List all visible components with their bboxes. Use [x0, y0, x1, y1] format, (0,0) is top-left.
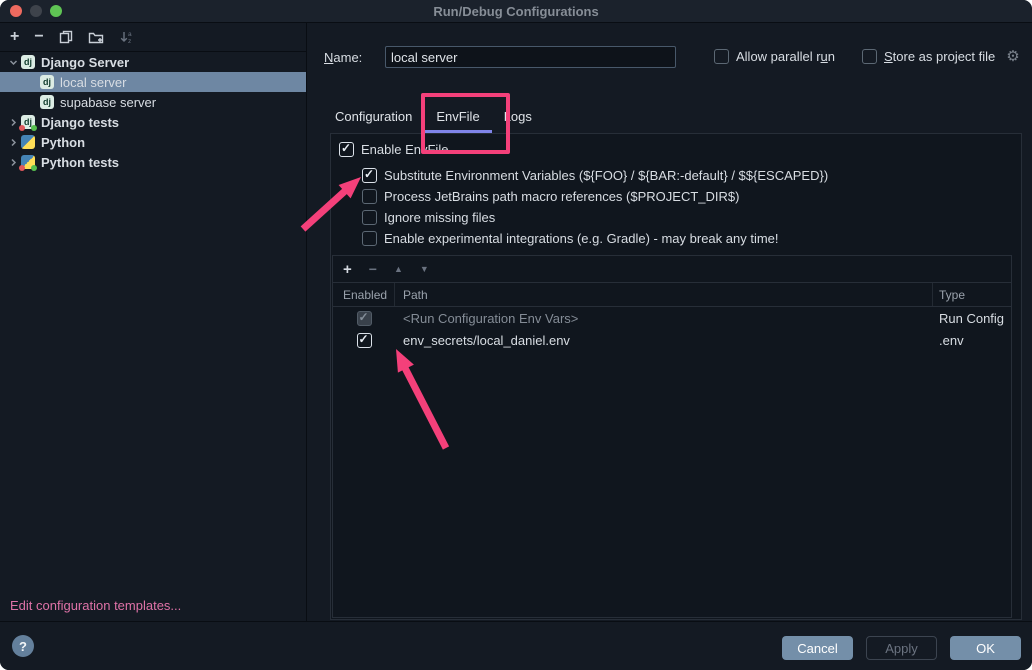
name-input[interactable] — [385, 46, 676, 68]
allow-parallel-run-checkbox[interactable] — [714, 49, 729, 64]
tree-item-django-server[interactable]: dj Django Server — [0, 52, 306, 72]
process-path-macro-option: Process JetBrains path macro references … — [362, 189, 739, 204]
envfile-tab-content: Enable EnvFile Substitute Environment Va… — [330, 133, 1022, 620]
add-configuration-icon[interactable]: + — [10, 29, 19, 45]
tree-item-label: Django Server — [41, 55, 129, 70]
env-files-table: + − ▲ ▼ Enabled Path Type <Run Configura… — [332, 255, 1012, 618]
help-button[interactable]: ? — [12, 635, 34, 657]
column-header-enabled[interactable]: Enabled — [333, 283, 395, 306]
remove-env-file-icon[interactable]: − — [369, 262, 377, 276]
tree-item-local-server[interactable]: dj local server — [0, 72, 306, 92]
enable-envfile-label[interactable]: Enable EnvFile — [361, 142, 448, 157]
ok-button[interactable]: OK — [950, 636, 1021, 660]
column-header-type[interactable]: Type — [933, 283, 1011, 306]
row-type: .env — [933, 333, 1011, 348]
configurations-tree-panel: + − az dj Django Server dj local — [0, 23, 307, 622]
store-as-project-file-label[interactable]: Store as project file — [884, 49, 995, 64]
row-enabled-checkbox[interactable] — [357, 333, 372, 348]
svg-text:a: a — [128, 31, 132, 38]
chevron-right-icon[interactable] — [5, 118, 21, 127]
tree-item-label: Django tests — [41, 115, 119, 130]
new-folder-icon[interactable] — [88, 30, 104, 44]
django-icon: dj — [21, 55, 35, 69]
title-bar: Run/Debug Configurations — [0, 0, 1032, 23]
tab-configuration[interactable]: Configuration — [323, 103, 424, 133]
footer-buttons: Cancel Apply OK — [782, 636, 1021, 660]
store-as-project-file-checkbox[interactable] — [862, 49, 877, 64]
table-row[interactable]: env_secrets/local_daniel.env .env — [333, 329, 1011, 351]
row-type: Run Config — [933, 311, 1011, 326]
python-icon — [21, 135, 35, 149]
django-icon: dj — [40, 95, 54, 109]
tree-toolbar: + − az — [0, 23, 306, 52]
close-window-button[interactable] — [10, 5, 22, 17]
remove-configuration-icon[interactable]: − — [34, 29, 43, 45]
row-enabled-checkbox-disabled — [357, 311, 372, 326]
ignore-missing-files-label[interactable]: Ignore missing files — [384, 210, 495, 225]
experimental-integrations-label[interactable]: Enable experimental integrations (e.g. G… — [384, 231, 779, 246]
configuration-tabs: Configuration EnvFile Logs — [323, 103, 544, 133]
move-down-icon[interactable]: ▼ — [420, 265, 429, 274]
maximize-window-button[interactable] — [50, 5, 62, 17]
allow-parallel-run-option: Allow parallel run — [714, 49, 835, 64]
enable-envfile-option: Enable EnvFile — [339, 142, 448, 157]
apply-button[interactable]: Apply — [866, 636, 937, 660]
name-label: Name: — [324, 50, 362, 65]
chevron-right-icon[interactable] — [5, 158, 21, 167]
allow-parallel-run-label[interactable]: Allow parallel run — [736, 49, 835, 64]
table-header-row: Enabled Path Type — [333, 283, 1011, 307]
substitute-env-variables-checkbox[interactable] — [362, 168, 377, 183]
substitute-env-variables-option: Substitute Environment Variables (${FOO}… — [362, 168, 828, 183]
macos-traffic-lights — [10, 5, 62, 17]
dialog-footer: ? Cancel Apply OK — [0, 621, 1032, 670]
tree-item-label: Python tests — [41, 155, 119, 170]
tree-item-python-tests[interactable]: Python tests — [0, 152, 306, 172]
ignore-missing-files-option: Ignore missing files — [362, 210, 495, 225]
tree-item-django-tests[interactable]: dj Django tests — [0, 112, 306, 132]
enable-envfile-checkbox[interactable] — [339, 142, 354, 157]
tree-item-python[interactable]: Python — [0, 132, 306, 152]
configurations-tree: dj Django Server dj local server dj supa… — [0, 52, 306, 172]
substitute-env-variables-label[interactable]: Substitute Environment Variables (${FOO}… — [384, 168, 828, 183]
store-as-project-file-option: Store as project file ⚙ — [862, 49, 1020, 64]
gear-icon[interactable]: ⚙ — [1006, 49, 1019, 64]
row-path: env_secrets/local_daniel.env — [395, 333, 933, 348]
edit-configuration-templates-link[interactable]: Edit configuration templates... — [10, 598, 181, 613]
add-env-file-icon[interactable]: + — [343, 262, 352, 277]
row-path: <Run Configuration Env Vars> — [395, 311, 933, 326]
ignore-missing-files-checkbox[interactable] — [362, 210, 377, 225]
run-debug-configurations-dialog: Run/Debug Configurations + − az dj Djang… — [0, 0, 1032, 670]
process-path-macro-checkbox[interactable] — [362, 189, 377, 204]
django-tests-icon: dj — [21, 115, 35, 129]
copy-configuration-icon[interactable] — [59, 30, 73, 44]
process-path-macro-label[interactable]: Process JetBrains path macro references … — [384, 189, 739, 204]
move-up-icon[interactable]: ▲ — [394, 265, 403, 274]
experimental-integrations-option: Enable experimental integrations (e.g. G… — [362, 231, 779, 246]
svg-text:z: z — [128, 38, 131, 44]
minimize-window-button[interactable] — [30, 5, 42, 17]
chevron-down-icon[interactable] — [5, 58, 21, 67]
window-title: Run/Debug Configurations — [433, 4, 598, 19]
tab-logs[interactable]: Logs — [492, 103, 544, 133]
tree-item-label: local server — [60, 75, 126, 90]
chevron-right-icon[interactable] — [5, 138, 21, 147]
experimental-integrations-checkbox[interactable] — [362, 231, 377, 246]
env-files-table-toolbar: + − ▲ ▼ — [333, 256, 1011, 283]
tab-envfile[interactable]: EnvFile — [424, 103, 491, 133]
table-row[interactable]: <Run Configuration Env Vars> Run Config — [333, 307, 1011, 329]
tree-item-supabase-server[interactable]: dj supabase server — [0, 92, 306, 112]
django-icon: dj — [40, 75, 54, 89]
sort-configurations-icon[interactable]: az — [119, 30, 134, 44]
python-tests-icon — [21, 155, 35, 169]
cancel-button[interactable]: Cancel — [782, 636, 853, 660]
tree-item-label: Python — [41, 135, 85, 150]
configuration-editor-panel: Name: Allow parallel run Store as projec… — [307, 23, 1032, 622]
column-header-path[interactable]: Path — [395, 283, 933, 306]
tree-item-label: supabase server — [60, 95, 156, 110]
